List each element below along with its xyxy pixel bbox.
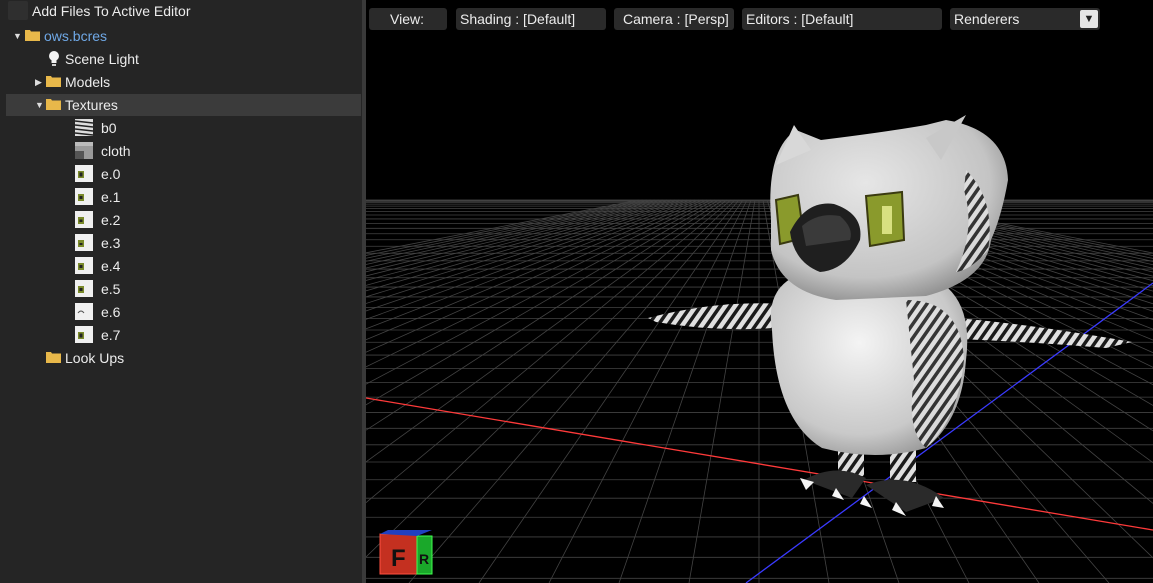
texture-label: e.1 bbox=[101, 189, 121, 205]
texture-cloth-icon bbox=[75, 142, 93, 159]
grid-line bbox=[366, 199, 644, 256]
renderers-dropdown[interactable]: Renderers ▼ bbox=[950, 8, 1100, 30]
x-axis-line bbox=[366, 397, 1153, 531]
texture-item[interactable]: e.1 bbox=[0, 186, 362, 208]
grid-line bbox=[366, 199, 704, 341]
texture-stripes-icon bbox=[75, 119, 93, 136]
light-bulb-icon bbox=[48, 50, 60, 68]
gizmo-front-letter: F bbox=[391, 545, 406, 572]
texture-item[interactable]: e.6 bbox=[0, 301, 362, 323]
tree-item-scene-light[interactable]: Scene Light bbox=[0, 48, 362, 70]
add-files-checkbox[interactable] bbox=[8, 1, 28, 20]
grid-line bbox=[618, 199, 752, 583]
folder-icon bbox=[46, 351, 61, 363]
grid-line bbox=[366, 199, 656, 265]
grid-line bbox=[366, 199, 648, 259]
grid-line bbox=[688, 199, 756, 583]
grid-line bbox=[366, 199, 640, 254]
add-files-label: Add Files To Active Editor bbox=[32, 3, 191, 19]
texture-eye-icon bbox=[75, 280, 93, 297]
texture-item[interactable]: e.3 bbox=[0, 232, 362, 254]
texture-label: cloth bbox=[101, 143, 131, 159]
grid-line bbox=[478, 199, 744, 583]
texture-label: e.5 bbox=[101, 281, 121, 297]
owl-model bbox=[648, 115, 1132, 516]
texture-item[interactable]: cloth bbox=[0, 140, 362, 162]
texture-item[interactable]: e.0 bbox=[0, 163, 362, 185]
dropdown-arrow-icon[interactable]: ▼ bbox=[1080, 10, 1098, 28]
grid-line bbox=[366, 199, 720, 406]
renderers-label: Renderers bbox=[954, 11, 1020, 27]
grid-line bbox=[366, 199, 724, 431]
gizmo-right-letter: R bbox=[419, 551, 429, 567]
scene-canvas[interactable]: F R bbox=[366, 0, 1153, 583]
tree-item-label: Textures bbox=[65, 97, 118, 113]
grid-line bbox=[408, 199, 740, 583]
texture-label: e.4 bbox=[101, 258, 121, 274]
tree-item-label: Models bbox=[65, 74, 111, 90]
texture-item[interactable]: e.7 bbox=[0, 324, 362, 346]
tree-item-label: Look Ups bbox=[65, 350, 125, 366]
camera-dropdown[interactable]: Camera : [Persp] bbox=[614, 8, 734, 30]
orientation-gizmo[interactable]: F R bbox=[379, 530, 433, 575]
folder-icon bbox=[46, 75, 61, 87]
outliner-panel: Add Files To Active Editor ▼ ows.bcres S… bbox=[0, 0, 362, 583]
texture-item[interactable]: e.5 bbox=[0, 278, 362, 300]
texture-label: e.3 bbox=[101, 235, 121, 251]
add-files-row[interactable]: Add Files To Active Editor bbox=[0, 0, 362, 22]
tree-item-ows-bcres[interactable]: ▼ ows.bcres bbox=[0, 25, 362, 47]
ground-grid bbox=[366, 199, 1153, 583]
grid-line bbox=[366, 199, 684, 298]
texture-eye-icon bbox=[75, 326, 93, 343]
grid-line bbox=[366, 199, 712, 368]
texture-eye-icon bbox=[75, 257, 93, 274]
texture-label: b0 bbox=[101, 120, 117, 136]
texture-eye-icon bbox=[75, 211, 93, 228]
texture-eye-closed-icon bbox=[75, 303, 93, 320]
shading-dropdown[interactable]: Shading : [Default] bbox=[456, 8, 606, 30]
folder-icon bbox=[46, 98, 61, 110]
tree-item-look-ups[interactable]: Look Ups bbox=[0, 347, 362, 369]
texture-label: e.2 bbox=[101, 212, 121, 228]
texture-eye-icon bbox=[75, 165, 93, 182]
texture-label: e.7 bbox=[101, 327, 121, 343]
grid-line bbox=[366, 199, 716, 385]
texture-item[interactable]: e.4 bbox=[0, 255, 362, 277]
editors-dropdown[interactable]: Editors : [Default] bbox=[742, 8, 942, 30]
chevron-down-icon[interactable]: ▼ bbox=[35, 100, 45, 110]
3d-viewport[interactable]: F R View: Shading : [Default] Camera : [… bbox=[366, 0, 1153, 583]
folder-icon bbox=[25, 29, 40, 41]
texture-label: e.0 bbox=[101, 166, 121, 182]
texture-label: e.6 bbox=[101, 304, 121, 320]
texture-item[interactable]: b0 bbox=[0, 117, 362, 139]
tree-item-models[interactable]: ▶ Models bbox=[0, 71, 362, 93]
grid-line bbox=[366, 199, 732, 504]
grid-line bbox=[366, 199, 728, 463]
texture-eye-icon bbox=[75, 234, 93, 251]
view-menu[interactable]: View: bbox=[369, 8, 447, 30]
grid-line bbox=[366, 199, 692, 312]
chevron-right-icon[interactable]: ▶ bbox=[35, 77, 45, 87]
texture-item[interactable]: e.2 bbox=[0, 209, 362, 231]
grid-line bbox=[366, 199, 660, 269]
chevron-down-icon[interactable]: ▼ bbox=[13, 31, 23, 41]
grid-line bbox=[366, 199, 700, 330]
texture-eye-icon bbox=[75, 188, 93, 205]
grid-line bbox=[366, 199, 696, 320]
tree-item-label: Scene Light bbox=[65, 51, 139, 67]
tree-item-textures[interactable]: ▼ Textures bbox=[6, 94, 361, 116]
root-file-label: ows.bcres bbox=[44, 28, 108, 44]
